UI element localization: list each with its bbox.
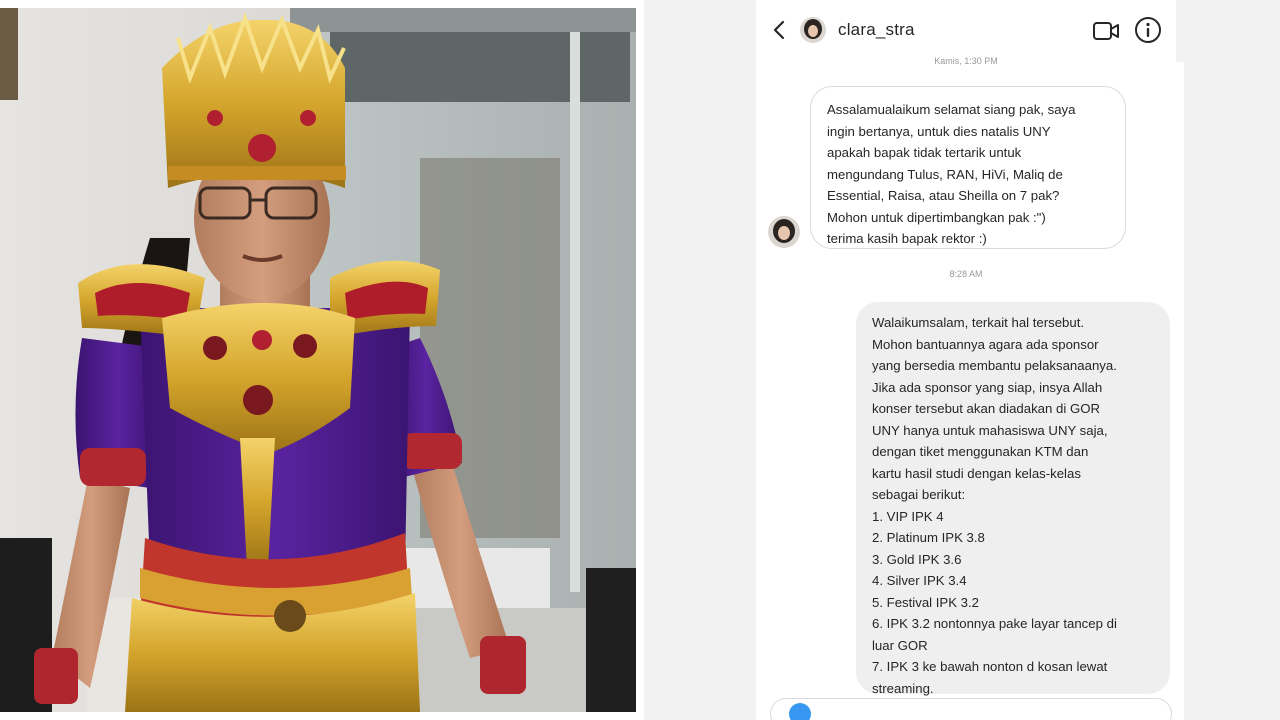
camera-button[interactable]	[789, 703, 811, 720]
message-line: apakah bapak tidak tertarik untuk	[827, 145, 1022, 160]
chevron-left-icon	[773, 20, 785, 40]
costume-photo-illustration	[0, 8, 636, 712]
chat-username[interactable]: clara_stra	[838, 20, 915, 40]
message-line: Mohon untuk dipertimbangkan pak :")	[827, 209, 1046, 225]
message-line: Mohon bantuannya agara ada sponsor	[872, 336, 1099, 352]
incoming-message-bubble: Assalamualaikum selamat siang pak, saya …	[810, 86, 1126, 249]
message-line: konser tersebut akan diadakan di GOR	[872, 401, 1100, 416]
message-line: 7. IPK 3 ke bawah nonton d kosan lewat	[872, 659, 1108, 674]
chat-header: clara_stra	[756, 0, 1176, 62]
video-call-button[interactable]	[1092, 18, 1120, 44]
message-composer	[756, 698, 1184, 720]
message-line: dengan tiket menggunakan KTM dan	[872, 444, 1089, 459]
back-button[interactable]	[766, 17, 792, 43]
info-button[interactable]	[1134, 16, 1162, 44]
message-timestamp: Kamis, 1:30 PM	[934, 56, 998, 66]
info-icon	[1135, 17, 1161, 43]
avatar[interactable]	[800, 17, 826, 43]
message-line: sebagai berikut:	[872, 487, 966, 502]
video-call-icon	[1093, 22, 1119, 40]
avatar-image	[800, 17, 826, 43]
message-line: UNY hanya untuk mahasiswa UNY saja,	[872, 422, 1108, 438]
instagram-dm-screenshot: clara_stra Kamis, 1:30 PM Assalamualaiku…	[644, 0, 1280, 720]
sender-avatar[interactable]	[768, 216, 800, 248]
message-line: terima kasih bapak rektor :)	[827, 231, 987, 246]
message-line: 6. IPK 3.2 nontonnya pake layar tancep d…	[872, 616, 1117, 631]
sender-avatar-image	[768, 216, 800, 248]
message-line: Assalamualaikum selamat siang pak, saya	[827, 102, 1076, 117]
message-line: Essential, Raisa, atau Sheilla on 7 pak?	[827, 188, 1060, 203]
message-line: Walaikumsalam, terkait hal tersebut.	[872, 315, 1085, 330]
message-line: 5. Festival IPK 3.2	[872, 594, 980, 610]
message-line: mengundang Tulus, RAN, HiVi, Maliq de	[827, 166, 1063, 182]
message-line: kartu hasil studi dengan kelas-kelas	[872, 465, 1081, 481]
message-line: ingin bertanya, untuk dies natalis UNY	[827, 123, 1051, 139]
message-line: 3. Gold IPK 3.6	[872, 551, 962, 567]
message-line: yang bersedia membantu pelaksanaanya.	[872, 358, 1117, 373]
message-line: luar GOR	[872, 637, 928, 653]
outgoing-message-bubble: Walaikumsalam, terkait hal tersebut. Moh…	[856, 302, 1170, 696]
costume-photo	[0, 8, 636, 712]
message-line: streaming.	[872, 680, 934, 696]
message-line: 4. Silver IPK 3.4	[872, 573, 967, 588]
message-line: 2. Platinum IPK 3.8	[872, 530, 985, 545]
message-line: 1. VIP IPK 4	[872, 508, 944, 524]
message-line: Jika ada sponsor yang siap, insya Allah	[872, 379, 1103, 395]
message-input[interactable]	[770, 698, 1172, 720]
message-thread: Kamis, 1:30 PM Assalamualaikum selamat s…	[756, 56, 1184, 698]
message-timestamp: 8:28 AM	[949, 269, 983, 279]
